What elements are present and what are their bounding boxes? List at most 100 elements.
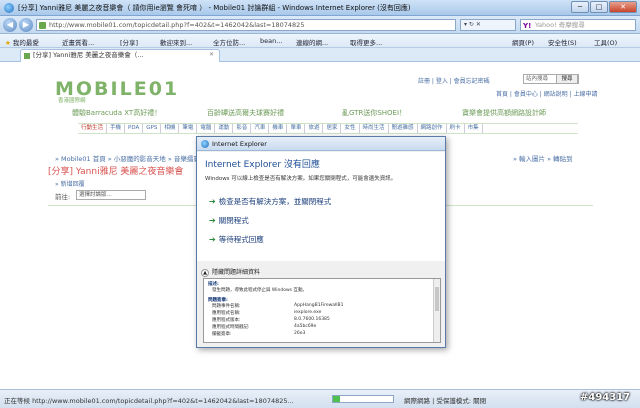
minimize-button[interactable]: ─ — [571, 1, 589, 13]
detail-value: iexplore.exe — [294, 310, 322, 315]
dialog-body: Internet Explorer 沒有回應 Windows 可以線上檢查是否有… — [197, 152, 445, 261]
goto-label: 前往: — [55, 193, 71, 201]
fav-item-2[interactable]: [分享] — [120, 37, 138, 47]
detail-value: 4a5bc69e — [294, 324, 317, 329]
scrollbar-thumb[interactable] — [435, 287, 439, 311]
problem-details-box[interactable]: 描述: 發生問題，導致此程式停止與 Windows 互動。 問題簽章: 問題事件… — [203, 278, 441, 343]
ie-logo-icon — [201, 140, 209, 148]
category-item[interactable]: 女性 — [341, 124, 360, 133]
category-item[interactable]: 筆電 — [179, 124, 198, 133]
category-item[interactable]: 行動生活 — [78, 124, 108, 133]
title-bar: [分享] Yanni雅尼 美麗之夜音樂會（ 請你用ie瀏覽 會死唷 ） - Mo… — [0, 0, 640, 16]
security-zone: 網際網路 | 受保護模式: 關閉 — [404, 397, 487, 405]
category-item[interactable]: 運動 — [215, 124, 234, 133]
topic-title: [分享] Yanni雅尼 美麗之夜音樂會 — [48, 167, 184, 177]
dialog-heading: Internet Explorer 沒有回應 — [205, 160, 320, 170]
category-item[interactable]: 網路創作 — [418, 124, 447, 133]
site-search-button[interactable]: 搜尋 — [556, 74, 578, 84]
breadcrumb[interactable]: » Mobile01 首頁 » 小惡魔的影音天地 » 音樂擂臺 — [55, 153, 200, 163]
wait-option[interactable]: ➔ 等待程式回應 — [209, 234, 264, 245]
ad-link-4[interactable]: 寶樂會提供高額網路設計師 — [462, 108, 546, 118]
safety-menu[interactable]: 安全性(S) — [548, 37, 577, 47]
progress-bar — [332, 395, 394, 403]
favorites-button[interactable]: ★ 我的最愛 — [5, 37, 39, 47]
category-item[interactable]: 市集 — [465, 124, 483, 133]
category-item[interactable]: 相機 — [161, 124, 180, 133]
category-item[interactable]: 單車 — [287, 124, 306, 133]
tools-menu[interactable]: 工具(O) — [594, 37, 617, 47]
site-logo-subtitle: 香港國際網 — [58, 98, 86, 104]
search-placeholder: Yahoo! 奇摩搜尋 — [535, 21, 585, 29]
detail-label: 問題事件名稱: — [212, 304, 241, 309]
progress-fill — [333, 396, 341, 402]
yahoo-icon: Y! — [523, 22, 532, 30]
hide-details-toggle[interactable]: ▲ 隱藏問題詳細資料 — [201, 267, 260, 277]
tab-label: [分享] Yanni雅尼 美麗之夜音樂會（... — [33, 51, 144, 59]
category-item[interactable]: 旅遊 — [305, 124, 324, 133]
category-item[interactable]: 閒遊雜感 — [389, 124, 418, 133]
refresh-stop-buttons[interactable]: ▾ ↻ ✕ — [460, 19, 516, 31]
site-nav-links[interactable]: 首頁 | 會員中心 | 網站說明 | 上線申請 — [496, 89, 598, 98]
option-label: 關閉程式 — [218, 216, 249, 225]
favorites-bar: ★ 我的最愛 近畫質看... [分享] 歡迎來到... 全方位防... bean… — [0, 34, 640, 48]
search-input[interactable]: Y! Yahoo! 奇摩搜尋 — [520, 19, 636, 31]
page-icon — [39, 22, 46, 29]
chevron-up-icon: ▲ — [201, 269, 209, 277]
category-item[interactable]: 電腦 — [197, 124, 216, 133]
fav-item-1[interactable]: 近畫質看... — [62, 37, 94, 47]
goto-select[interactable]: 選擇討論版... — [76, 190, 146, 200]
tab-close-icon[interactable]: ✕ — [209, 51, 214, 58]
category-item[interactable]: PDA — [125, 124, 144, 133]
fav-item-3[interactable]: 歡迎來到... — [160, 37, 192, 47]
check-solution-option[interactable]: ➔ 檢查是否有解決方案，並關閉程式 — [209, 196, 331, 207]
green-arrow-icon: ➔ — [209, 216, 216, 225]
tab-active[interactable]: [分享] Yanni雅尼 美麗之夜音樂會（... — [20, 49, 220, 62]
dialog-description: Windows 可以線上檢查是否有解決方案。如果您關閉程式，可能會遺失資訊。 — [205, 176, 397, 182]
favorites-label: 我的最愛 — [12, 39, 39, 47]
address-bar: ◀ ▶ http://www.mobile01.com/topicdetail.… — [0, 16, 640, 34]
toggle-label: 隱藏問題詳細資料 — [212, 269, 261, 276]
ad-link-2[interactable]: 百齡罈送高爾夫球賽好禮 — [207, 108, 284, 118]
category-item[interactable]: 手機 — [107, 124, 126, 133]
fav-item-7[interactable]: 取得更多... — [350, 37, 382, 47]
category-item[interactable]: 居家 — [323, 124, 342, 133]
category-item[interactable]: 影音 — [233, 124, 252, 133]
category-item[interactable]: GPS — [143, 124, 162, 133]
category-item[interactable]: 刷卡 — [447, 124, 465, 133]
detail-label: 應用程式時間戳記: — [212, 325, 250, 330]
category-item[interactable]: 時尚生活 — [360, 124, 389, 133]
dialog-title-bar: Internet Explorer — [197, 137, 445, 151]
category-item[interactable]: 汽車 — [251, 124, 270, 133]
fav-item-4[interactable]: 全方位防... — [213, 37, 245, 47]
fav-item-5[interactable]: bean... — [260, 37, 282, 45]
ad-link-3[interactable]: 亂GTR送你SHOEI！ — [342, 108, 406, 118]
fav-item-6[interactable]: 連線的網... — [296, 37, 328, 47]
ie-logo-icon — [4, 3, 14, 13]
forward-icon[interactable]: ▶ — [19, 18, 33, 32]
maximize-button[interactable]: □ — [590, 1, 608, 13]
detail-value: 26e3 — [294, 331, 306, 336]
back-icon[interactable]: ◀ — [3, 18, 17, 32]
category-item[interactable]: 機車 — [269, 124, 288, 133]
new-reply-link[interactable]: » 新增回覆 — [55, 179, 85, 188]
page-menu[interactable]: 網頁(P) — [512, 37, 534, 47]
right-links[interactable]: » 輸入圖片 » 轉貼到 — [513, 153, 573, 163]
option-label: 等待程式回應 — [218, 235, 264, 244]
green-arrow-icon: ➔ — [209, 235, 216, 244]
detail-label: 應用程式名稱: — [212, 311, 241, 316]
url-text: http://www.mobile01.com/topicdetail.php?… — [49, 21, 305, 29]
status-text: 正在等候 http://www.mobile01.com/topicdetail… — [4, 397, 294, 405]
login-links[interactable]: 註冊 | 登入 | 會員忘記密碼 — [418, 76, 490, 85]
ad-link-1[interactable]: 體驗Barracuda XT高好禮！ — [72, 108, 161, 118]
not-responding-dialog: Internet Explorer Internet Explorer 沒有回應… — [196, 136, 446, 348]
window-title: [分享] Yanni雅尼 美麗之夜音樂會（ 請你用ie瀏覽 會死唷 ） - Mo… — [18, 4, 411, 12]
details-scrollbar[interactable] — [433, 279, 440, 342]
watermark: #494317 — [580, 392, 631, 403]
status-bar: 正在等候 http://www.mobile01.com/topicdetail… — [0, 389, 640, 408]
tab-bar: [分享] Yanni雅尼 美麗之夜音樂會（... ✕ — [0, 48, 640, 62]
close-button[interactable]: ✕ — [609, 1, 637, 13]
star-icon: ★ — [5, 39, 11, 47]
category-nav: 行動生活 手機 PDA GPS 相機 筆電 電腦 運動 影音 汽車 機車 單車 … — [78, 123, 578, 134]
close-program-option[interactable]: ➔ 關閉程式 — [209, 215, 249, 226]
url-input[interactable]: http://www.mobile01.com/topicdetail.php?… — [36, 19, 456, 31]
